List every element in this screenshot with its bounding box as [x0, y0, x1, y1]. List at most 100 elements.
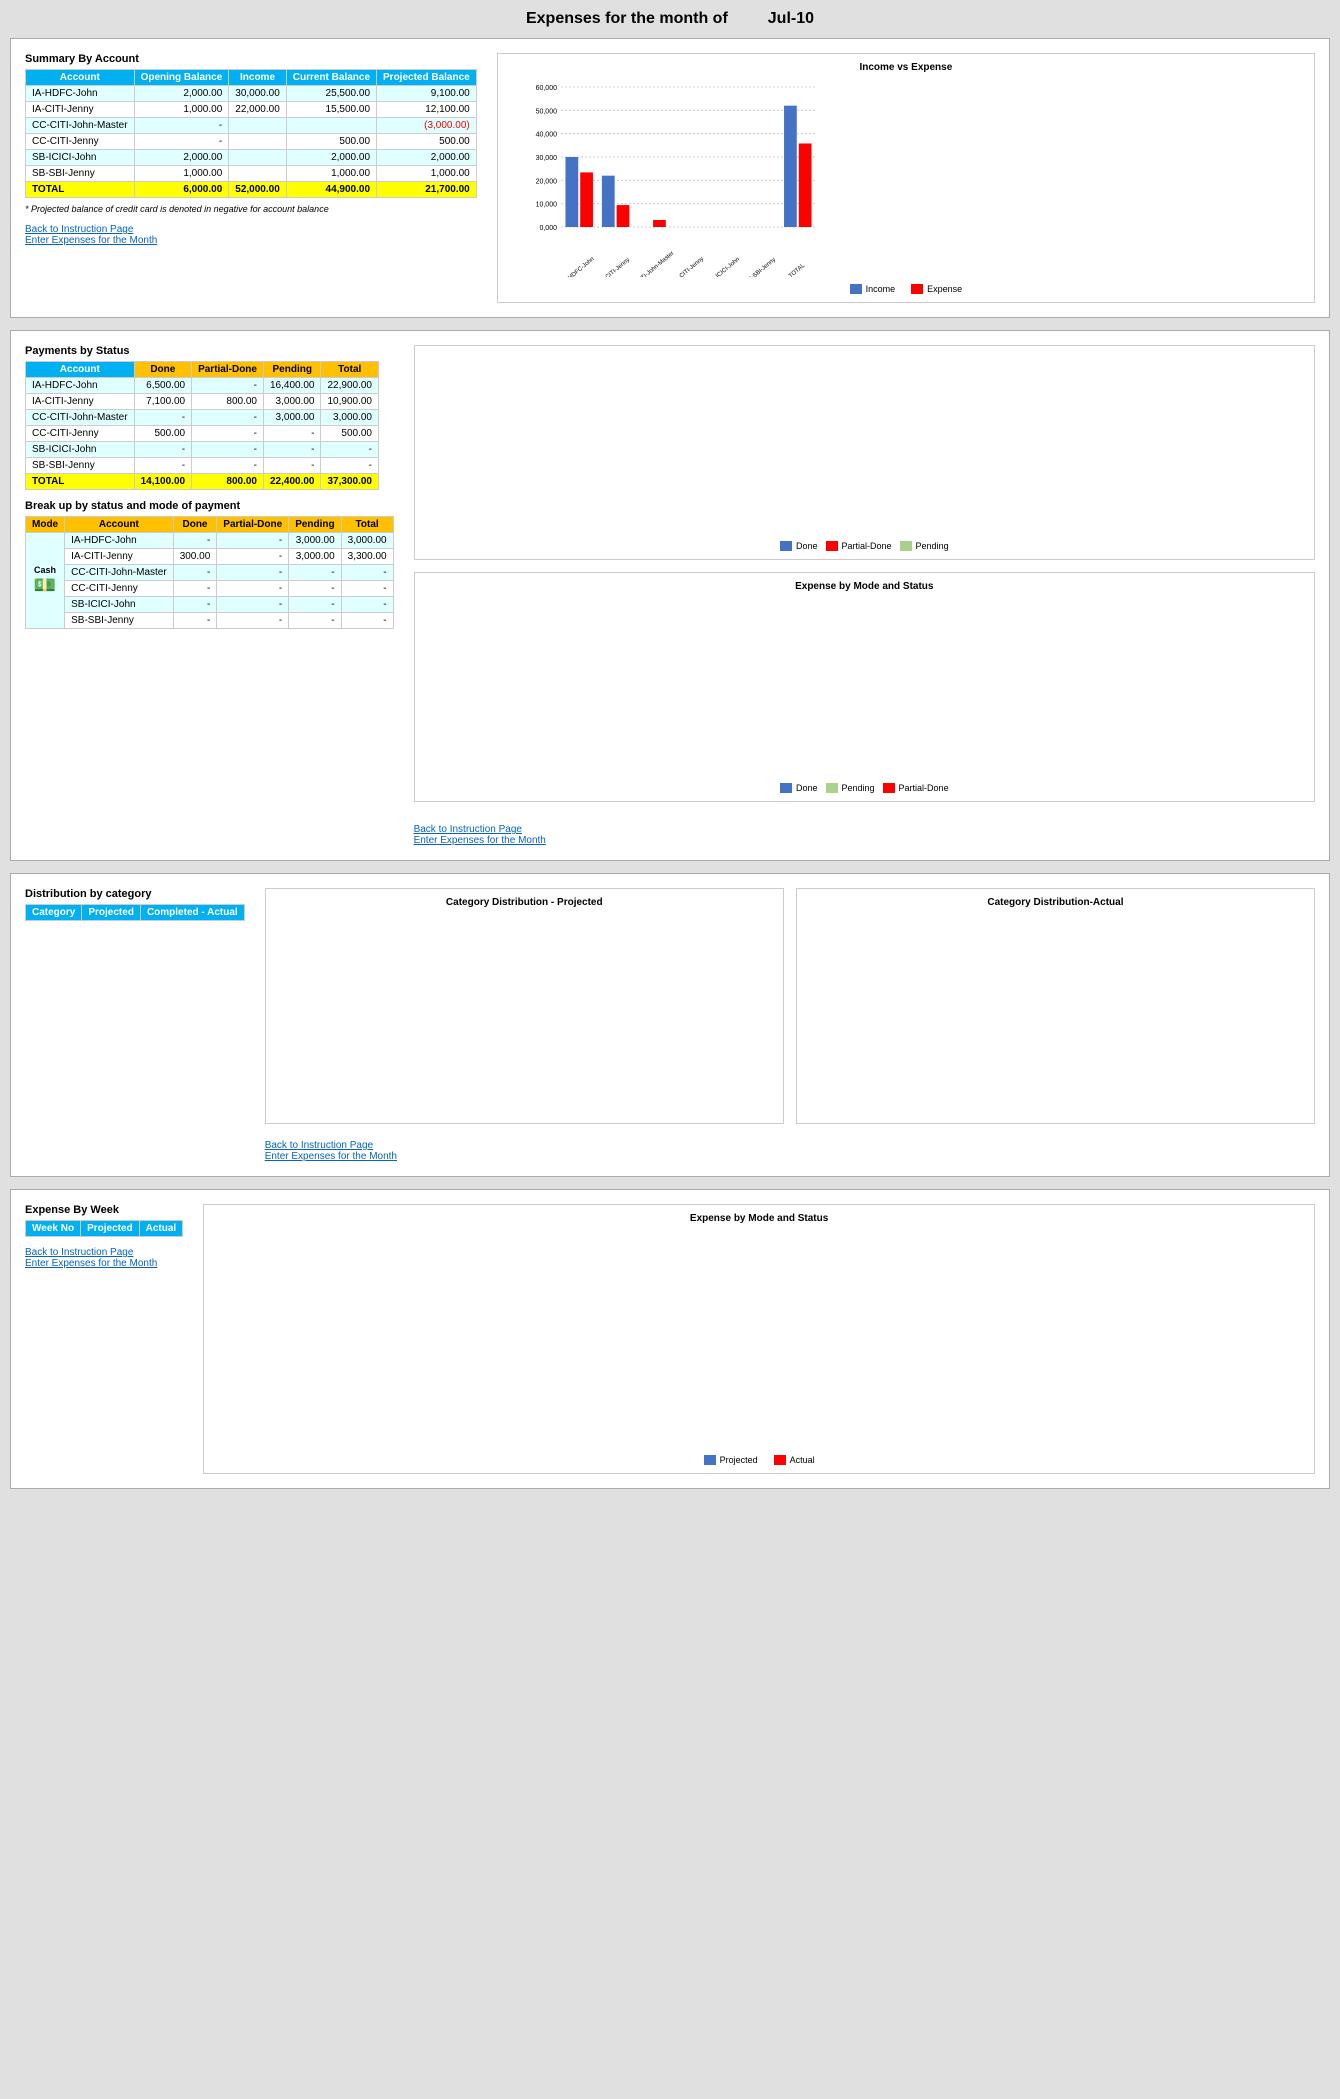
week-chart-svg: [212, 1228, 552, 1448]
section-week: Expense By Week Week No Projected Actual…: [10, 1189, 1330, 1489]
enter-link-3[interactable]: Enter Expenses for the Month: [265, 1151, 1315, 1162]
section3-links: Back to Instruction Page Enter Expenses …: [265, 1140, 1315, 1162]
table-row: CC-CITI-John-Master----: [26, 565, 394, 581]
proj-pie-svg: [274, 912, 534, 1112]
table-cell: [229, 134, 287, 150]
table-cell: -: [341, 597, 393, 613]
table-cell: -: [289, 613, 341, 629]
enter-link-1[interactable]: Enter Expenses for the Month: [25, 235, 477, 246]
table-cell: -: [192, 426, 264, 442]
table-cell: -: [173, 581, 217, 597]
category-table: Category Projected Completed - Actual: [25, 904, 245, 921]
table-cell: 2,000.00: [134, 150, 229, 166]
income-expense-svg: 0,00010,00020,00030,00040,00050,00060,00…: [506, 77, 826, 277]
section4-links: Back to Instruction Page Enter Expenses …: [25, 1247, 183, 1269]
table-cell: -: [217, 549, 289, 565]
table-cell: 6,000.00: [134, 182, 229, 198]
table-cell: CC-CITI-John-Master: [65, 565, 174, 581]
table-cell: [229, 150, 287, 166]
table-cell: 2,000.00: [134, 86, 229, 102]
table-cell: CC-CITI-John-Master: [26, 118, 135, 134]
table-cell: -: [192, 378, 264, 394]
table-cell: SB-ICICI-John: [26, 150, 135, 166]
col-current: Current Balance: [286, 70, 376, 86]
table-cell: 500.00: [134, 426, 192, 442]
legend-income: Income: [850, 284, 896, 294]
table-cell: 30,000.00: [229, 86, 287, 102]
legend-expense: Expense: [911, 284, 962, 294]
table-cell: SB-ICICI-John: [26, 442, 135, 458]
table-cell: 14,100.00: [134, 474, 192, 490]
summary-table: Account Opening Balance Income Current B…: [25, 69, 477, 198]
svg-text:50,000: 50,000: [535, 108, 557, 115]
table-cell: 2,000.00: [377, 150, 477, 166]
enter-link-2[interactable]: Enter Expenses for the Month: [414, 835, 1315, 846]
table-cell: 800.00: [192, 474, 264, 490]
table-cell: 1,000.00: [377, 166, 477, 182]
svg-text:CC-CITI-John-Master: CC-CITI-John-Master: [627, 251, 675, 277]
table-cell: IA-HDFC-John: [26, 86, 135, 102]
mode-status-svg: [423, 596, 703, 776]
table-cell: IA-CITI-Jenny: [65, 549, 174, 565]
week-chart: Expense by Mode and Status Projected Act…: [203, 1204, 1315, 1474]
enter-link-4[interactable]: Enter Expenses for the Month: [25, 1258, 183, 1269]
table-cell: [229, 166, 287, 182]
table-cell: [229, 118, 287, 134]
svg-text:SB-ICICI-John: SB-ICICI-John: [707, 257, 740, 277]
table-cell: 7,100.00: [134, 394, 192, 410]
svg-text:IA-HDFC-John: IA-HDFC-John: [561, 256, 595, 277]
table-cell: 300.00: [173, 549, 217, 565]
table-cell: CC-CITI-John-Master: [26, 410, 135, 426]
back-link-3[interactable]: Back to Instruction Page: [265, 1140, 1315, 1151]
actual-pie-title: Category Distribution-Actual: [805, 897, 1306, 908]
table-cell: -: [321, 458, 379, 474]
section1-links: Back to Instruction Page Enter Expenses …: [25, 224, 477, 246]
table-cell: (3,000.00): [377, 118, 477, 134]
back-link-1[interactable]: Back to Instruction Page: [25, 224, 477, 235]
table-cell: 44,900.00: [286, 182, 376, 198]
table-cell: CC-CITI-Jenny: [26, 426, 135, 442]
svg-text:30,000: 30,000: [535, 155, 557, 162]
breakdown-table: Mode Account Done Partial-Done Pending T…: [25, 516, 394, 629]
svg-text:60,000: 60,000: [535, 85, 557, 92]
svg-text:CC-CITI-Jenny: CC-CITI-Jenny: [670, 256, 705, 277]
svg-text:20,000: 20,000: [535, 178, 557, 185]
table-cell: TOTAL: [26, 474, 135, 490]
back-link-4[interactable]: Back to Instruction Page: [25, 1247, 183, 1258]
table-cell: -: [289, 565, 341, 581]
section-category: Distribution by category Category Projec…: [10, 873, 1330, 1177]
table-cell: CC-CITI-Jenny: [65, 581, 174, 597]
table-cell: -: [173, 533, 217, 549]
mode-status-chart: Expense by Mode and Status Done Pending …: [414, 572, 1315, 802]
table-row: SB-ICICI-John----: [26, 597, 394, 613]
svg-text:TOTAL: TOTAL: [788, 262, 807, 277]
table-cell: -: [263, 426, 321, 442]
svg-text:40,000: 40,000: [535, 132, 557, 139]
table-cell: -: [217, 613, 289, 629]
week-table: Week No Projected Actual: [25, 1220, 183, 1237]
table-cell: 3,000.00: [263, 410, 321, 426]
table-cell: 22,900.00: [321, 378, 379, 394]
table-cell: 3,000.00: [289, 549, 341, 565]
table-cell: SB-SBI-Jenny: [26, 166, 135, 182]
table-cell: 6,500.00: [134, 378, 192, 394]
col-opening: Opening Balance: [134, 70, 229, 86]
table-cell: -: [173, 565, 217, 581]
table-cell: 500.00: [286, 134, 376, 150]
table-cell: 52,000.00: [229, 182, 287, 198]
actual-pie-svg: [805, 912, 1025, 1112]
back-link-2[interactable]: Back to Instruction Page: [414, 824, 1315, 835]
table-cell: 500.00: [321, 426, 379, 442]
table-cell: CC-CITI-Jenny: [26, 134, 135, 150]
section-payments: Payments by Status Account Done Partial-…: [10, 330, 1330, 861]
table-cell: 1,000.00: [134, 166, 229, 182]
table-cell: -: [173, 613, 217, 629]
svg-text:0,000: 0,000: [539, 225, 557, 232]
table-cell: -: [217, 565, 289, 581]
table-cell: 2,000.00: [286, 150, 376, 166]
mode-cell: Cash💵: [26, 533, 65, 629]
table-cell: -: [192, 458, 264, 474]
table-cell: IA-CITI-Jenny: [26, 394, 135, 410]
table-cell: 22,400.00: [263, 474, 321, 490]
table-cell: 800.00: [192, 394, 264, 410]
